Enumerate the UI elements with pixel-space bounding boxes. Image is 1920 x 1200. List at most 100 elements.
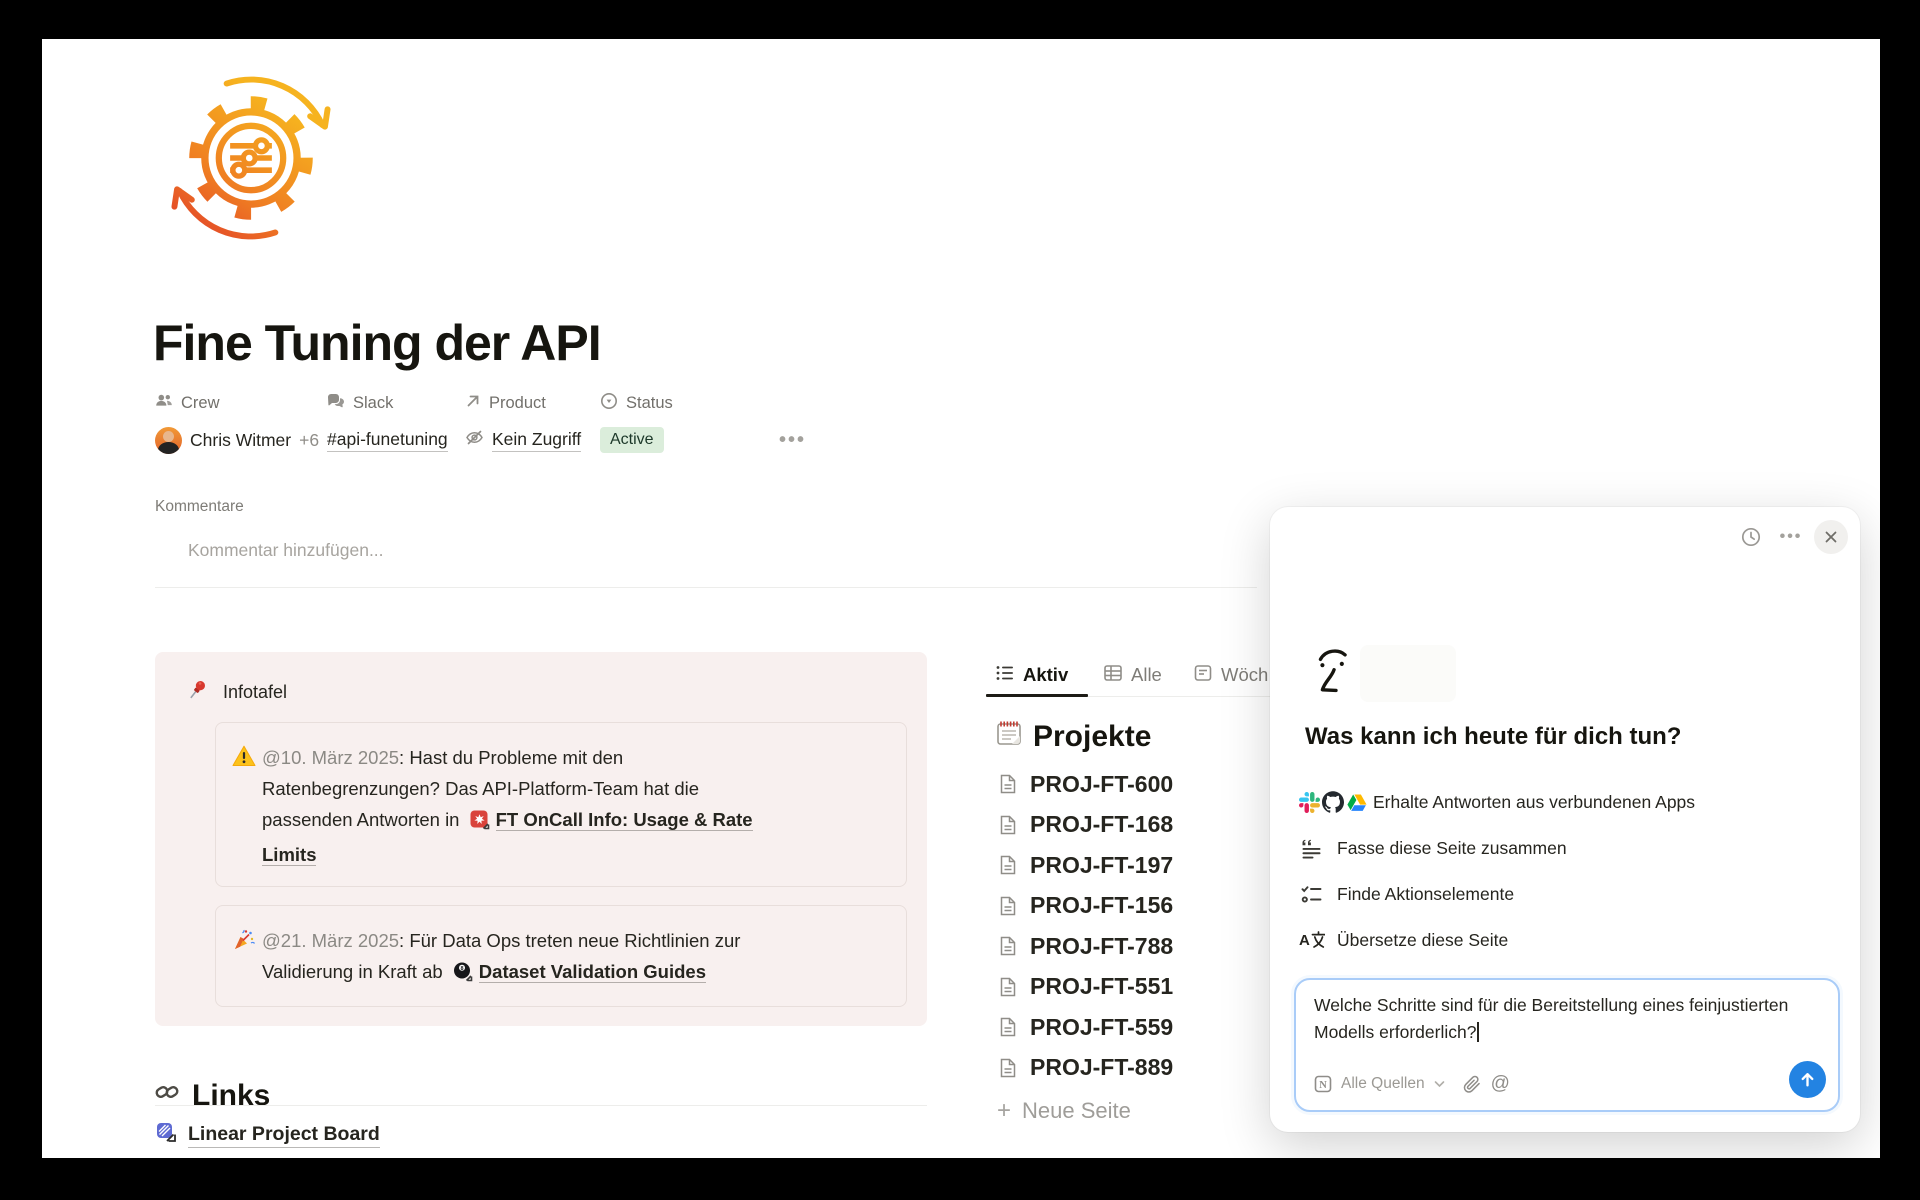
pushpin-icon [185,678,209,707]
note-text: @21. März 2025: Für Data Ops treten neue… [262,925,787,1006]
page-icon [997,1057,1019,1079]
panel-more-button[interactable]: ••• [1774,520,1808,554]
product-link[interactable]: Kein Zugriff [492,429,581,452]
page-icon [997,854,1019,876]
slack-channel-link[interactable]: #api-funetuning [327,429,448,452]
status-circle-icon [600,392,618,415]
crew-person-name: Chris Witmer [190,430,291,451]
source-selector[interactable]: Alle Quellen [1341,1075,1425,1093]
suggestion-translate[interactable]: A Übersetze diese Seite [1299,917,1695,963]
close-icon [1823,529,1839,545]
property-value-status[interactable]: Active [600,424,664,456]
project-page-link[interactable]: PROJ-FT-156 [997,892,1173,920]
page-icon [997,773,1019,795]
projects-heading: Projekte [995,719,1151,755]
note-date: @21. März 2025 [262,930,399,951]
tab-woechentlich[interactable]: Wöch [1193,661,1268,689]
property-value-crew[interactable]: Chris Witmer +6 [155,424,319,456]
infoboard-callout: Infotafel @10. März 2025: Hast du Proble… [155,652,927,1026]
ai-suggestions: Erhalte Antworten aus verbundenen Apps F… [1299,779,1695,963]
app-icons-cluster [1299,791,1373,813]
arrow-up-icon [1799,1071,1816,1088]
board-view-icon [1193,663,1213,688]
property-label-slack: Slack [327,391,393,415]
comments-divider [155,587,1257,588]
send-button[interactable] [1789,1061,1826,1098]
links-divider [155,1105,927,1106]
linear-app-icon [156,1122,176,1148]
mention-icon[interactable]: @ [1491,1073,1510,1095]
status-badge[interactable]: Active [600,427,664,453]
suggestion-action-items[interactable]: Finde Aktionselemente [1299,871,1695,917]
project-page-link[interactable]: PROJ-FT-197 [997,851,1173,879]
infoboard-header: Infotafel [185,678,287,707]
note-date: @10. März 2025 [262,747,399,768]
new-page-button[interactable]: + Neue Seite [997,1097,1173,1125]
property-label-crew: Crew [155,391,220,415]
project-page-link[interactable]: PROJ-FT-788 [997,932,1173,960]
linear-board-link[interactable]: Linear Project Board [156,1122,380,1148]
project-page-link[interactable]: PROJ-FT-551 [997,973,1173,1001]
page-icon [997,976,1019,998]
text-cursor [1477,1022,1479,1042]
slack-icon [1299,792,1320,813]
close-panel-button[interactable] [1814,520,1848,554]
property-label-product: Product [465,391,546,415]
validation-page-link[interactable]: Dataset Validation Guides [479,961,706,983]
projects-list: PROJ-FT-600 PROJ-FT-168 PROJ-FT-197 PROJ… [997,770,1173,1138]
svg-text:8: 8 [460,966,463,972]
avatar [155,427,182,454]
properties-more-button[interactable]: ••• [779,424,806,456]
active-tab-underline [986,694,1088,697]
input-toolbar: N Alle Quellen @ [1314,1070,1510,1098]
info-note: @21. März 2025: Für Data Ops treten neue… [215,905,907,1007]
link-chain-icon [154,1079,180,1113]
tab-aktiv[interactable]: Aktiv [995,661,1068,689]
ai-chat-input[interactable]: Welche Schritte sind für die Bereitstell… [1294,978,1840,1112]
summarize-icon [1299,836,1337,861]
list-view-icon [995,663,1015,688]
info-note: @10. März 2025: Hast du Probleme mit den… [215,722,907,887]
property-value-product[interactable]: Kein Zugriff [465,424,581,456]
comments-section-label: Kommentare [155,498,244,516]
tab-alle[interactable]: Alle [1103,661,1162,689]
page-icon [997,814,1019,836]
ai-assistant-panel: ••• Was kann ich heute für dich tun? [1270,507,1860,1132]
project-page-link[interactable]: PROJ-FT-559 [997,1013,1173,1041]
property-label-status: Status [600,391,673,415]
svg-text:N: N [1319,1080,1327,1091]
suggestion-summarize[interactable]: Fasse diese Seite zusammen [1299,825,1695,871]
page-icon [997,935,1019,957]
github-icon [1322,791,1344,813]
chat-bubbles-icon [327,392,345,415]
checklist-icon [1299,882,1337,907]
history-button[interactable] [1734,520,1768,554]
svg-text:A: A [1299,932,1310,949]
page-icon [997,1016,1019,1038]
project-page-link[interactable]: PROJ-FT-889 [997,1054,1173,1082]
infoboard-title: Infotafel [223,682,287,703]
google-drive-icon [1346,792,1367,813]
arrow-up-right-icon [465,393,481,414]
siren-page-icon [469,808,490,839]
translate-icon: A [1299,928,1337,952]
suggestion-connected-apps[interactable]: Erhalte Antworten aus verbundenen Apps [1299,779,1695,825]
eye-off-icon [465,428,484,452]
note-text: @10. März 2025: Hast du Probleme mit den… [262,742,787,886]
ai-greeting: Was kann ich heute für dich tun? [1305,723,1681,751]
attach-file-icon[interactable] [1462,1074,1482,1094]
party-popper-icon [232,925,262,1006]
panel-actions: ••• [1734,520,1848,554]
table-view-icon [1103,663,1123,688]
plus-icon: + [997,1097,1011,1125]
project-page-link[interactable]: PROJ-FT-600 [997,770,1173,798]
notion-ai-face-icon [1314,645,1358,702]
property-value-slack[interactable]: #api-funetuning [327,424,448,456]
comment-input[interactable]: Kommentar hinzufügen... [188,540,384,561]
ai-input-value[interactable]: Welche Schritte sind für die Bereitstell… [1314,992,1819,1046]
project-page-link[interactable]: PROJ-FT-168 [997,811,1173,839]
page-title: Fine Tuning der API [153,314,601,372]
face-glow [1360,645,1456,702]
page-logo-gear-sync-icon[interactable] [164,71,338,245]
crew-extra-count: +6 [299,430,319,451]
